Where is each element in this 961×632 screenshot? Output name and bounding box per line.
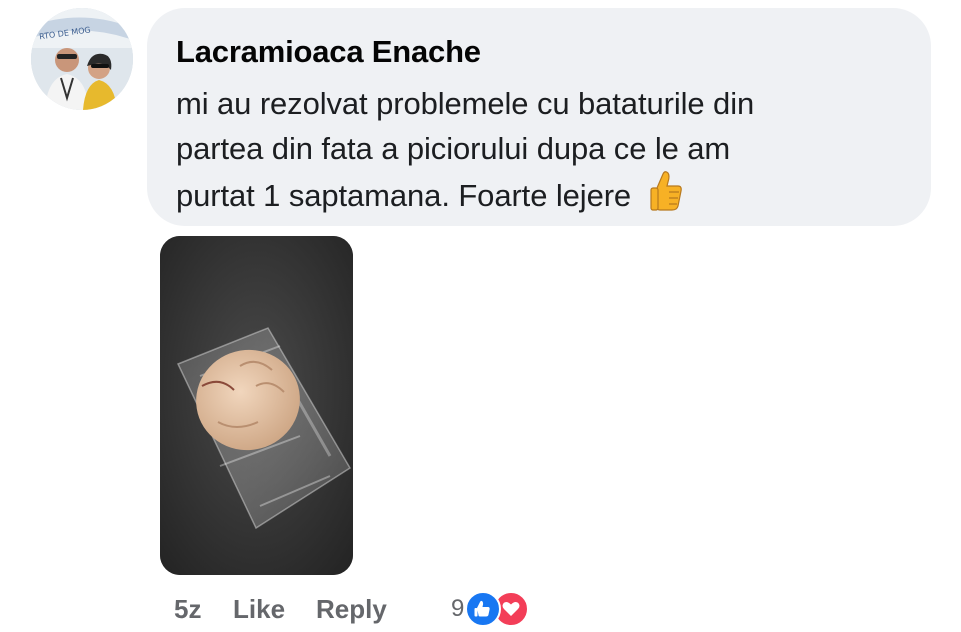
reaction-count: 9 [451, 595, 465, 622]
comment-text-line-content: purtat 1 saptamana. Foarte lejere [176, 178, 632, 214]
avatar[interactable]: RTO DE MOG [31, 8, 133, 110]
comment-text-line: partea din fata a piciorului dupa ce le … [176, 131, 731, 166]
comment-bubble: Lacramioaca Enache mi au rezolvat proble… [147, 8, 931, 226]
reactions-summary[interactable]: 9 [451, 590, 530, 628]
comment-text-line: purtat 1 saptamana. Foarte lejere [176, 171, 683, 220]
like-reaction-icon [465, 591, 502, 627]
comment-container: RTO DE MOG Lacramioaca Enache mi au rezo… [0, 0, 961, 632]
reply-button[interactable]: Reply [316, 594, 387, 625]
comment-text-line: mi au rezolvat problemele cu bataturile … [176, 86, 755, 121]
comment-author-name[interactable]: Lacramioaca Enache [176, 34, 481, 70]
comment-timestamp[interactable]: 5z [174, 594, 201, 625]
like-button[interactable]: Like [233, 594, 285, 625]
photo-attachment[interactable] [160, 236, 353, 575]
thumbs-up-icon [649, 170, 683, 220]
